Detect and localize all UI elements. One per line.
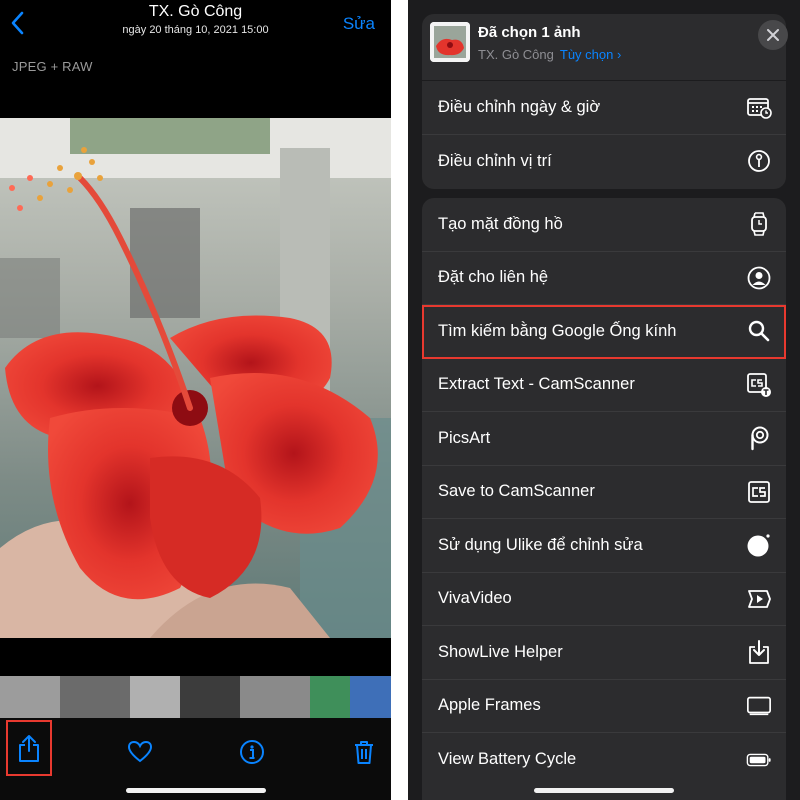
action-create-watch-face[interactable]: Tạo mặt đồng hồ: [422, 198, 786, 252]
photo-date: ngày 20 tháng 10, 2021 15:00: [122, 24, 269, 36]
vivavideo-icon: [746, 586, 772, 612]
favorite-button[interactable]: [120, 732, 160, 772]
selection-subtitle: TX. Gò Công Tùy chọn ›: [478, 47, 621, 62]
thumbnail-strip-image: [0, 676, 391, 718]
action-picsart[interactable]: PicsArt: [422, 412, 786, 466]
edit-button[interactable]: Sửa: [343, 14, 375, 34]
action-adjust-location[interactable]: Điều chỉnh vị trí: [422, 135, 786, 189]
watch-icon: [746, 211, 772, 237]
selection-title: Đã chọn 1 ảnh: [478, 24, 581, 41]
flower-thumbnail: [430, 22, 470, 62]
action-label: Điều chỉnh vị trí: [438, 151, 552, 170]
contact-icon: [746, 265, 772, 291]
frame-icon: [746, 693, 772, 719]
share-button[interactable]: [6, 720, 52, 776]
photo[interactable]: [0, 118, 391, 638]
action-label: PicsArt: [438, 428, 491, 447]
camscanner-text-icon: [746, 372, 772, 398]
action-group-2: Tạo mặt đồng hồ Đặt cho liên hệ Tìm kiếm…: [422, 198, 786, 800]
action-view-battery-cycle[interactable]: View Battery Cycle: [422, 733, 786, 787]
home-indicator: [126, 788, 266, 793]
home-indicator: [534, 788, 674, 793]
action-label: Extract Text - CamScanner: [438, 375, 635, 394]
trash-icon: [355, 741, 373, 764]
photo-viewer: TX. Gò Công ngày 20 tháng 10, 2021 15:00…: [0, 0, 391, 800]
action-google-lens-search[interactable]: Tìm kiếm bằng Google Ống kính: [422, 305, 786, 359]
action-label: Đặt cho liên hệ: [438, 268, 549, 287]
action-save-to-camscanner[interactable]: Save to CamScanner: [422, 466, 786, 519]
format-badge: JPEG + RAW: [12, 59, 93, 74]
action-showlive-helper[interactable]: ShowLive Helper: [422, 626, 786, 680]
action-label: Tìm kiếm bằng Google Ống kính: [438, 321, 677, 340]
share-sheet: Đã chọn 1 ảnh TX. Gò Công Tùy chọn › Điều…: [408, 0, 800, 800]
search-icon: [746, 318, 772, 344]
action-label: Điều chỉnh ngày & giờ: [438, 97, 601, 116]
camscanner-icon: [746, 479, 772, 505]
share-sheet-header: Đã chọn 1 ảnh TX. Gò Công Tùy chọn ›: [422, 14, 788, 80]
download-box-icon: [746, 639, 772, 665]
delete-button[interactable]: [344, 732, 384, 772]
battery-icon: [746, 747, 772, 773]
chevron-left-icon: [11, 11, 24, 35]
location-info-icon: [746, 148, 772, 174]
action-label: VivaVideo: [438, 589, 512, 608]
action-assign-contact[interactable]: Đặt cho liên hệ: [422, 252, 786, 305]
action-label: View Battery Cycle: [438, 750, 577, 769]
action-group-1: Điều chỉnh ngày & giờ Điều chỉnh vị trí: [422, 81, 786, 189]
viewer-title-block: TX. Gò Công ngày 20 tháng 10, 2021 15:00: [60, 2, 331, 38]
selection-location: TX. Gò Công: [478, 47, 554, 62]
action-extract-text-camscanner[interactable]: Extract Text - CamScanner: [422, 359, 786, 412]
page-title: TX. Gò Công: [148, 3, 243, 20]
selected-photo-thumbnail: [430, 22, 470, 62]
action-label: Tạo mặt đồng hồ: [438, 214, 563, 233]
action-adjust-date[interactable]: Điều chỉnh ngày & giờ: [422, 81, 786, 135]
close-icon: [767, 29, 779, 41]
back-button[interactable]: [8, 10, 32, 38]
options-link[interactable]: Tùy chọn ›: [560, 47, 621, 62]
action-label: Sử dụng Ulike để chỉnh sửa: [438, 535, 643, 554]
action-label: ShowLive Helper: [438, 642, 563, 661]
info-icon: [240, 740, 264, 764]
action-apple-frames[interactable]: Apple Frames: [422, 680, 786, 733]
action-label: Save to CamScanner: [438, 482, 595, 501]
info-button[interactable]: [232, 732, 272, 772]
picsart-icon: [746, 425, 772, 451]
action-ulike-edit[interactable]: Sử dụng Ulike để chỉnh sửa: [422, 519, 786, 573]
heart-icon: [127, 740, 153, 763]
ulike-icon: [746, 532, 772, 558]
share-icon: [19, 735, 39, 762]
calendar-clock-icon: [746, 94, 772, 120]
action-label: Apple Frames: [438, 696, 541, 715]
action-vivavideo[interactable]: VivaVideo: [422, 573, 786, 626]
viewer-header: TX. Gò Công ngày 20 tháng 10, 2021 15:00…: [0, 0, 391, 48]
thumbnail-strip[interactable]: [0, 676, 391, 718]
close-button[interactable]: [758, 20, 788, 50]
hibiscus-photo: [0, 118, 391, 638]
